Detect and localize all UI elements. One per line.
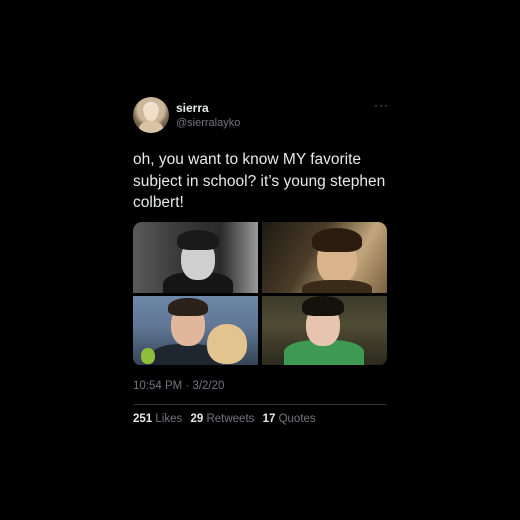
divider [133,404,387,405]
tweet-text-line: subject in school? it’s young stephen [133,172,386,190]
tweet-text-line: colbert! [133,194,184,211]
retweets-count[interactable]: 29 [190,413,203,425]
media-grid [133,222,387,366]
quotes-label[interactable]: Quotes [279,413,316,425]
quotes-count[interactable]: 17 [263,413,276,425]
avatar[interactable] [133,97,169,133]
likes-count[interactable]: 251 [133,413,152,425]
user-handle[interactable]: @sierralayko [176,117,240,129]
retweets-label[interactable]: Retweets [206,413,254,425]
tweet-text: oh, you want to know MY favorite subject… [133,149,393,214]
more-options-icon[interactable]: ··· [374,98,389,112]
avatar-figure-body [139,121,163,133]
media-photo-2[interactable] [262,222,387,293]
media-photo-1[interactable] [133,222,258,293]
media-photo-3[interactable] [133,296,258,365]
avatar-figure-face [144,105,158,121]
tweet-text-line: oh, you want to know MY favorite [133,151,362,168]
engagement-stats: 251 Likes 29 Retweets 17 Quotes [133,413,316,425]
tweet-card: sierra @sierralayko ··· oh, you want to … [0,0,520,520]
tweet-timestamp[interactable]: 10:54 PM · 3/2/20 [133,380,224,392]
media-photo-4[interactable] [262,296,387,365]
user-display-name[interactable]: sierra [176,101,209,115]
likes-label[interactable]: Likes [155,413,182,425]
